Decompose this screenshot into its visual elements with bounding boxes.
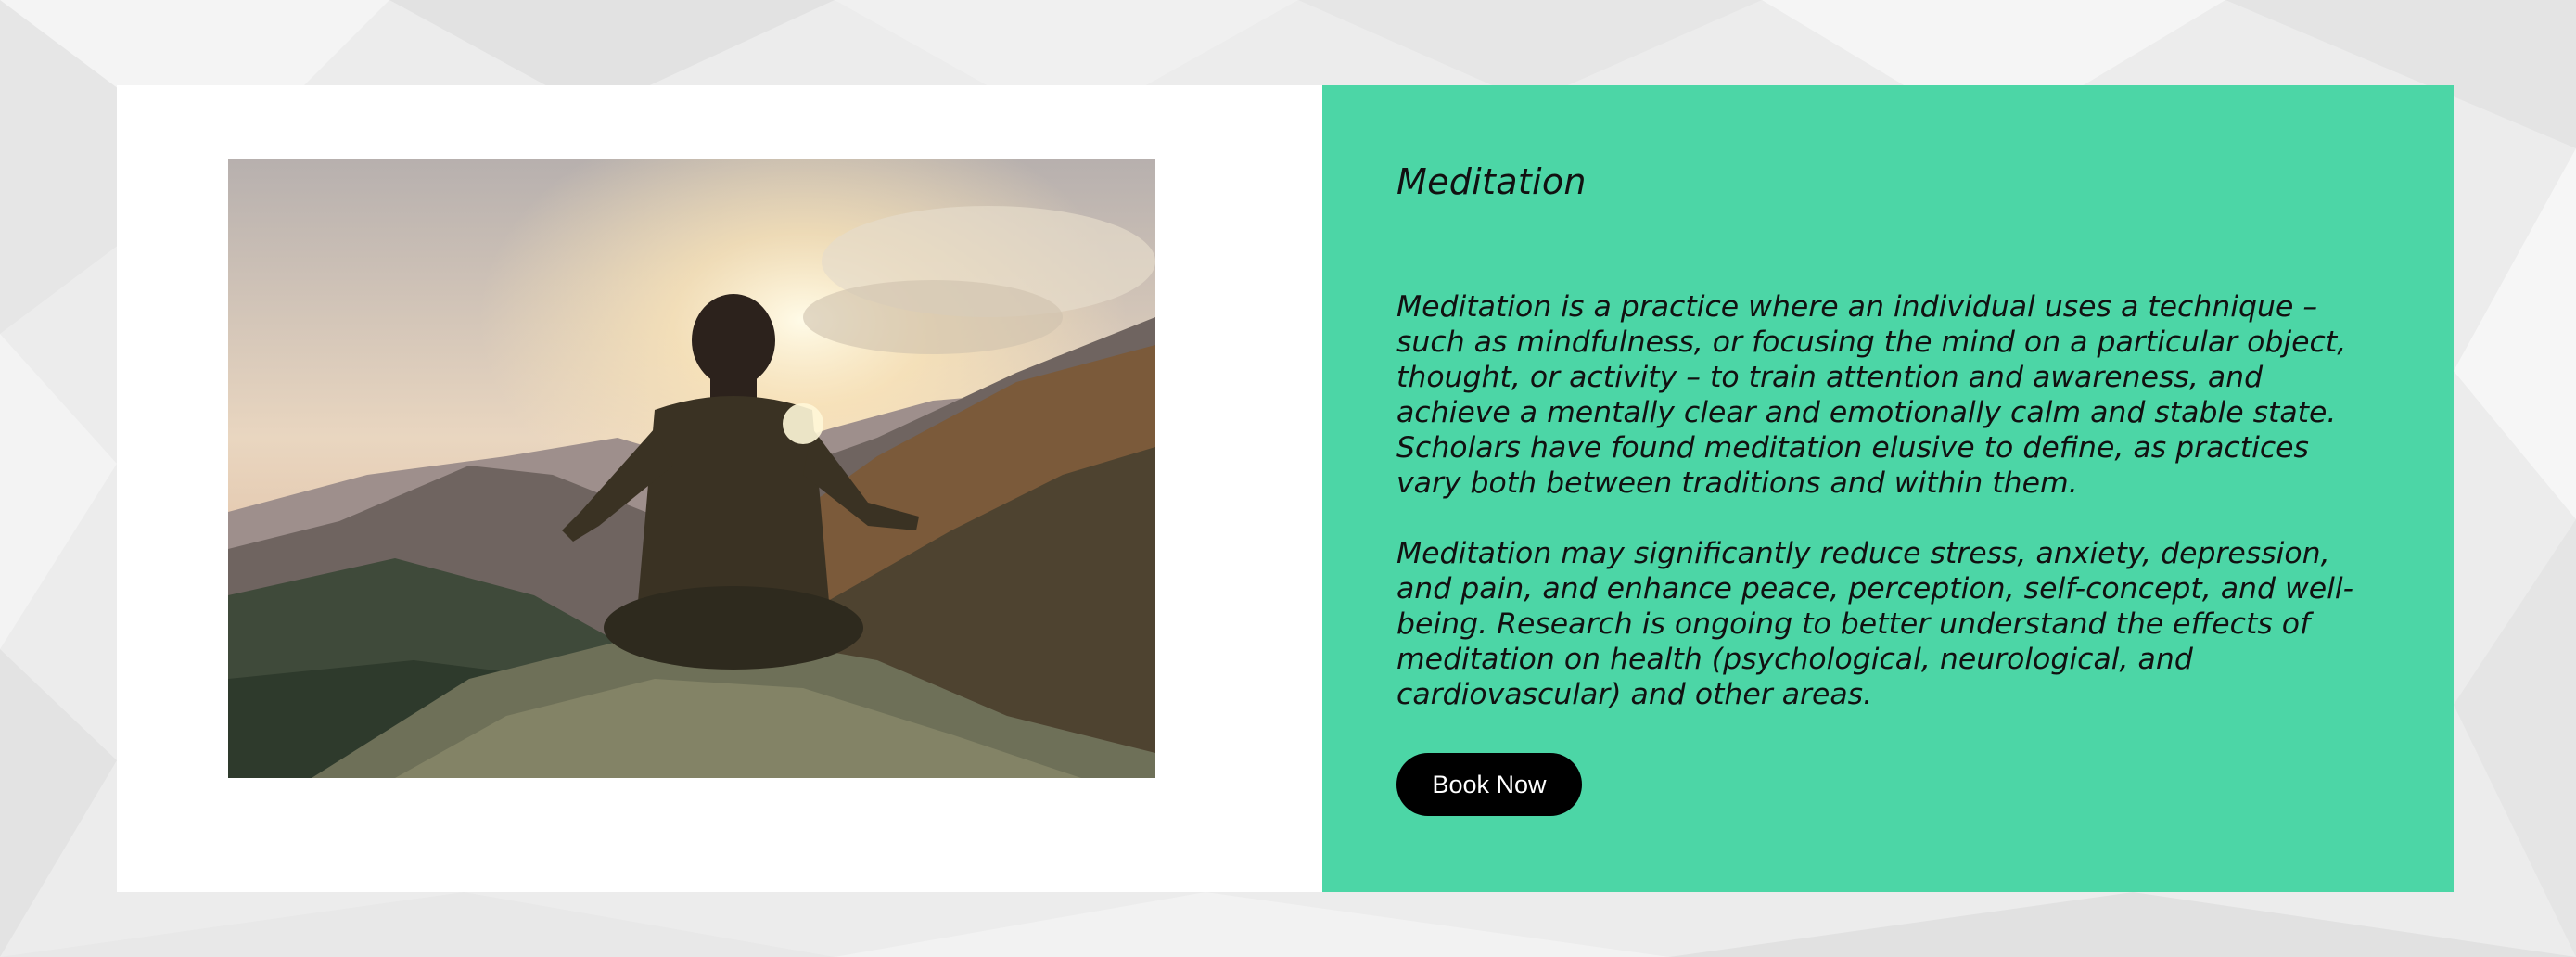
section-title: Meditation	[1396, 161, 1587, 202]
description-paragraph-1: Meditation is a practice where an indivi…	[1396, 290, 2347, 500]
content-card: Meditation Meditation is a practice wher…	[117, 85, 2454, 892]
meditation-image	[228, 160, 1155, 778]
book-now-button[interactable]: Book Now	[1396, 753, 1582, 816]
info-panel: Meditation Meditation is a practice wher…	[1322, 85, 2454, 892]
description-paragraph-2: Meditation may significantly reduce stre…	[1396, 537, 2354, 711]
